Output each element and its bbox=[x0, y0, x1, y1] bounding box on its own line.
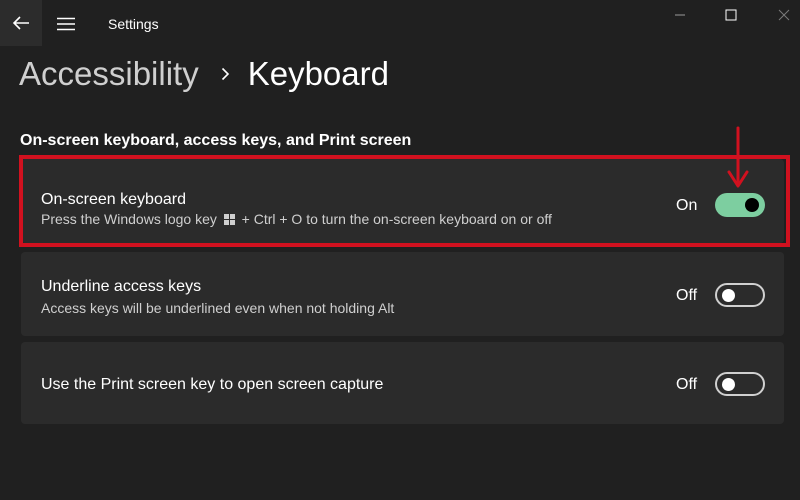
page-title: Keyboard bbox=[247, 55, 389, 92]
breadcrumb-accessibility[interactable]: Accessibility bbox=[19, 55, 199, 93]
back-arrow-icon bbox=[12, 16, 29, 30]
minimize-icon bbox=[675, 14, 685, 16]
maximize-icon bbox=[725, 9, 737, 21]
print-screen-setting: Use the Print screen key to open screen … bbox=[21, 342, 784, 424]
minimize-button[interactable] bbox=[665, 4, 695, 26]
maximize-button[interactable] bbox=[716, 4, 746, 26]
close-button[interactable] bbox=[769, 4, 799, 26]
chevron-right-icon bbox=[221, 67, 230, 81]
navigation-menu-button[interactable] bbox=[52, 10, 80, 38]
back-button[interactable] bbox=[0, 0, 42, 46]
down-arrow-annotation-icon bbox=[727, 126, 749, 188]
print-screen-toggle[interactable] bbox=[715, 372, 765, 396]
section-title: On-screen keyboard, access keys, and Pri… bbox=[20, 132, 412, 149]
setting-title: Use the Print screen key to open screen … bbox=[41, 376, 384, 393]
close-icon bbox=[778, 9, 790, 21]
toggle-state-label: Off bbox=[676, 376, 698, 393]
toggle-knob bbox=[722, 377, 735, 391]
underline-access-keys-setting: Underline access keys Access keys will b… bbox=[21, 252, 784, 336]
highlight-annotation bbox=[19, 155, 790, 247]
underline-access-keys-toggle[interactable] bbox=[715, 283, 765, 307]
title-bar: Settings bbox=[0, 0, 800, 48]
toggle-state-label: Off bbox=[676, 287, 698, 304]
toggle-knob bbox=[722, 288, 735, 302]
breadcrumb: Accessibility Keyboard bbox=[19, 52, 389, 96]
app-title: Settings bbox=[108, 16, 159, 32]
setting-description: Access keys will be underlined even when… bbox=[41, 300, 395, 316]
setting-title: Underline access keys bbox=[41, 278, 202, 295]
hamburger-menu-icon bbox=[57, 17, 75, 31]
